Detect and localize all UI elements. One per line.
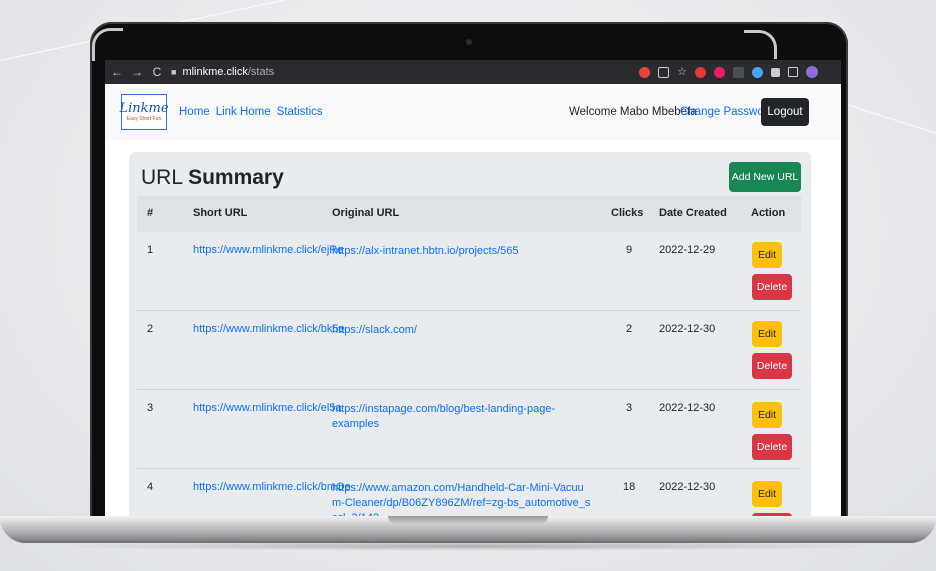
puzzle-icon[interactable] bbox=[770, 67, 780, 77]
logo-subtitle: Easy Short Fun bbox=[126, 116, 162, 122]
laptop-notch bbox=[388, 516, 548, 524]
change-password-link[interactable]: Change Password bbox=[680, 106, 774, 118]
site-navbar: Linkme Easy Short Fun Home Link Home Sta… bbox=[105, 84, 841, 140]
delete-button[interactable]: Delete bbox=[752, 434, 792, 460]
original-url-link[interactable]: https://instapage.com/blog/best-landing-… bbox=[332, 402, 602, 432]
url-path: /stats bbox=[247, 66, 275, 78]
share-icon[interactable] bbox=[658, 66, 669, 78]
edit-button[interactable]: Edit bbox=[752, 321, 782, 347]
row-number: 1 bbox=[147, 244, 154, 256]
nav-links: Home Link Home Statistics bbox=[179, 106, 323, 118]
delete-button[interactable]: Delete bbox=[752, 274, 792, 300]
address-bar[interactable]: ■ mlinkme.click/stats bbox=[171, 60, 274, 84]
profile-avatar[interactable] bbox=[805, 66, 818, 78]
col-number: # bbox=[147, 207, 154, 219]
table-row: 2 https://www.mlinkme.click/bk5e https:/… bbox=[137, 310, 801, 389]
short-url-link[interactable]: https://www.mlinkme.click/ejRe bbox=[193, 244, 343, 256]
table-row: 4 https://www.mlinkme.click/bmOe https:/… bbox=[137, 468, 801, 516]
forward-icon[interactable]: → bbox=[129, 65, 145, 79]
extension-gray-icon[interactable] bbox=[732, 66, 744, 78]
title-light: URL bbox=[141, 166, 183, 189]
reload-icon[interactable]: C bbox=[149, 65, 165, 79]
url-table: # Short URL Original URL Clicks Date Cre… bbox=[137, 196, 801, 516]
original-url-link[interactable]: https://alx-intranet.hbtn.io/projects/56… bbox=[332, 244, 592, 259]
short-url-link[interactable]: https://www.mlinkme.click/el5a bbox=[193, 402, 342, 414]
browser-toolbar: ← → C ■ mlinkme.click/stats ☆ bbox=[105, 60, 841, 84]
site-logo[interactable]: Linkme Easy Short Fun bbox=[119, 94, 169, 130]
row-date: 2022-12-30 bbox=[659, 402, 716, 414]
lock-icon: ■ bbox=[171, 67, 177, 77]
nav-statistics-link[interactable]: Statistics bbox=[277, 106, 323, 118]
col-date-created: Date Created bbox=[659, 207, 727, 219]
row-date: 2022-12-30 bbox=[659, 323, 716, 335]
edit-button[interactable]: Edit bbox=[752, 481, 782, 507]
laptop-highlight bbox=[92, 28, 123, 61]
row-number: 2 bbox=[147, 323, 154, 335]
col-original-url: Original URL bbox=[332, 207, 400, 219]
row-clicks: 3 bbox=[626, 402, 633, 414]
nav-link-home-link[interactable]: Link Home bbox=[216, 106, 271, 118]
col-clicks: Clicks bbox=[611, 207, 644, 219]
add-new-url-button[interactable]: Add New URL bbox=[729, 162, 801, 192]
col-action: Action bbox=[751, 207, 786, 219]
logout-button[interactable]: Logout bbox=[761, 98, 809, 126]
delete-button[interactable]: Delete bbox=[752, 353, 792, 379]
title-bold: Summary bbox=[188, 166, 284, 189]
laptop-screen: ← → C ■ mlinkme.click/stats ☆ Linkme Eas… bbox=[105, 60, 841, 516]
short-url-link[interactable]: https://www.mlinkme.click/bmOe bbox=[193, 481, 351, 493]
row-date: 2022-12-30 bbox=[659, 481, 716, 493]
table-row: 3 https://www.mlinkme.click/el5a https:/… bbox=[137, 389, 801, 468]
star-icon[interactable]: ☆ bbox=[677, 66, 687, 78]
extension-red-icon[interactable] bbox=[694, 66, 706, 78]
back-icon[interactable]: ← bbox=[109, 65, 125, 79]
edit-button[interactable]: Edit bbox=[752, 402, 782, 428]
short-url-link[interactable]: https://www.mlinkme.click/bk5e bbox=[193, 323, 345, 335]
edit-button[interactable]: Edit bbox=[752, 242, 782, 268]
google-icon[interactable] bbox=[639, 66, 650, 78]
extension-blue-icon[interactable] bbox=[751, 66, 763, 78]
row-number: 3 bbox=[147, 402, 154, 414]
page-title: URL Summary bbox=[141, 166, 284, 190]
table-row: 1 https://www.mlinkme.click/ejRe https:/… bbox=[137, 232, 801, 310]
row-date: 2022-12-29 bbox=[659, 244, 716, 256]
sidebar-icon[interactable] bbox=[787, 67, 798, 77]
url-host: mlinkme.click bbox=[182, 66, 248, 78]
welcome-text: Welcome Mabo Mbebeta bbox=[569, 106, 697, 118]
row-number: 4 bbox=[147, 481, 154, 493]
url-summary-card: URL Summary Add New URL # Short URL Orig… bbox=[129, 152, 811, 516]
original-url-link[interactable]: https://www.amazon.com/Handheld-Car-Mini… bbox=[332, 481, 592, 516]
extension-pink-icon[interactable] bbox=[713, 66, 725, 78]
camera-icon bbox=[466, 39, 472, 45]
row-clicks: 18 bbox=[623, 481, 636, 493]
col-short-url: Short URL bbox=[193, 207, 248, 219]
original-url-link[interactable]: https://slack.com/ bbox=[332, 323, 592, 338]
nav-home-link[interactable]: Home bbox=[179, 106, 210, 118]
table-header: # Short URL Original URL Clicks Date Cre… bbox=[137, 196, 801, 232]
row-clicks: 9 bbox=[626, 244, 633, 256]
row-clicks: 2 bbox=[626, 323, 633, 335]
laptop-shadow bbox=[40, 541, 896, 551]
extension-icons: ☆ bbox=[631, 64, 818, 80]
logo-title: Linkme bbox=[119, 101, 169, 116]
